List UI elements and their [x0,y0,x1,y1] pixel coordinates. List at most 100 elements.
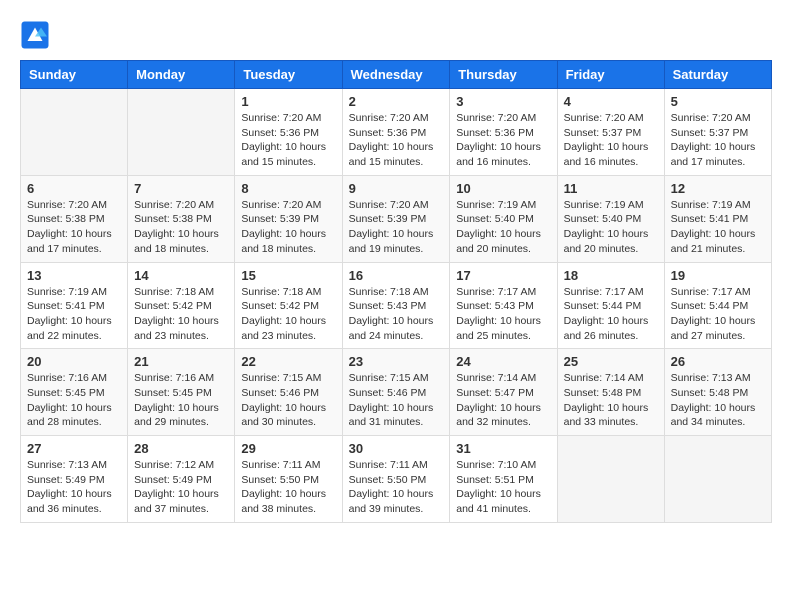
day-number: 3 [456,94,550,109]
day-info: Sunrise: 7:17 AM Sunset: 5:44 PM Dayligh… [671,285,765,344]
calendar-cell: 31 Sunrise: 7:10 AM Sunset: 5:51 PM Dayli… [450,436,557,523]
day-info: Sunrise: 7:18 AM Sunset: 5:42 PM Dayligh… [134,285,228,344]
calendar-cell: 12 Sunrise: 7:19 AM Sunset: 5:41 PM Dayli… [664,175,771,262]
day-info: Sunrise: 7:11 AM Sunset: 5:50 PM Dayligh… [349,458,444,517]
day-info: Sunrise: 7:19 AM Sunset: 5:40 PM Dayligh… [564,198,658,257]
page-header [20,20,772,50]
column-header-tuesday: Tuesday [235,61,342,89]
day-number: 16 [349,268,444,283]
column-header-saturday: Saturday [664,61,771,89]
calendar-cell: 23 Sunrise: 7:15 AM Sunset: 5:46 PM Dayli… [342,349,450,436]
column-header-wednesday: Wednesday [342,61,450,89]
day-info: Sunrise: 7:19 AM Sunset: 5:40 PM Dayligh… [456,198,550,257]
day-number: 5 [671,94,765,109]
day-info: Sunrise: 7:20 AM Sunset: 5:39 PM Dayligh… [349,198,444,257]
day-number: 15 [241,268,335,283]
day-info: Sunrise: 7:20 AM Sunset: 5:36 PM Dayligh… [241,111,335,170]
calendar-cell: 30 Sunrise: 7:11 AM Sunset: 5:50 PM Dayli… [342,436,450,523]
week-row-5: 27 Sunrise: 7:13 AM Sunset: 5:49 PM Dayli… [21,436,772,523]
calendar-cell: 13 Sunrise: 7:19 AM Sunset: 5:41 PM Dayli… [21,262,128,349]
calendar-cell: 28Sunrise: 7:12 AM Sunset: 5:49 PM Dayli… [128,436,235,523]
day-number: 19 [671,268,765,283]
day-info: Sunrise: 7:12 AM Sunset: 5:49 PM Dayligh… [134,458,228,517]
day-info: Sunrise: 7:15 AM Sunset: 5:46 PM Dayligh… [241,371,335,430]
day-number: 31 [456,441,550,456]
day-number: 2 [349,94,444,109]
calendar-cell [557,436,664,523]
calendar-cell: 11 Sunrise: 7:19 AM Sunset: 5:40 PM Dayli… [557,175,664,262]
day-number: 23 [349,354,444,369]
calendar-cell: 9 Sunrise: 7:20 AM Sunset: 5:39 PM Daylig… [342,175,450,262]
calendar-cell: 22 Sunrise: 7:15 AM Sunset: 5:46 PM Dayli… [235,349,342,436]
calendar-cell: 3 Sunrise: 7:20 AM Sunset: 5:36 PM Daylig… [450,89,557,176]
day-info: Sunrise: 7:16 AM Sunset: 5:45 PM Dayligh… [134,371,228,430]
day-number: 29 [241,441,335,456]
day-info: Sunrise: 7:20 AM Sunset: 5:39 PM Dayligh… [241,198,335,257]
day-number: 17 [456,268,550,283]
calendar-cell: 15 Sunrise: 7:18 AM Sunset: 5:42 PM Dayli… [235,262,342,349]
day-number: 9 [349,181,444,196]
day-info: Sunrise: 7:20 AM Sunset: 5:38 PM Dayligh… [27,198,121,257]
calendar-cell [664,436,771,523]
day-number: 6 [27,181,121,196]
day-number: 8 [241,181,335,196]
calendar-cell: 5 Sunrise: 7:20 AM Sunset: 5:37 PM Daylig… [664,89,771,176]
calendar-cell: 25Sunrise: 7:14 AM Sunset: 5:48 PM Dayli… [557,349,664,436]
column-header-thursday: Thursday [450,61,557,89]
day-number: 4 [564,94,658,109]
day-info: Sunrise: 7:20 AM Sunset: 5:37 PM Dayligh… [564,111,658,170]
day-info: Sunrise: 7:14 AM Sunset: 5:47 PM Dayligh… [456,371,550,430]
calendar-cell: 27 Sunrise: 7:13 AM Sunset: 5:49 PM Dayli… [21,436,128,523]
calendar-cell: 8 Sunrise: 7:20 AM Sunset: 5:39 PM Daylig… [235,175,342,262]
calendar-cell: 26 Sunrise: 7:13 AM Sunset: 5:48 PM Dayli… [664,349,771,436]
day-info: Sunrise: 7:16 AM Sunset: 5:45 PM Dayligh… [27,371,121,430]
calendar-cell: 20 Sunrise: 7:16 AM Sunset: 5:45 PM Dayli… [21,349,128,436]
calendar-cell: 24 Sunrise: 7:14 AM Sunset: 5:47 PM Dayli… [450,349,557,436]
day-number: 13 [27,268,121,283]
day-info: Sunrise: 7:13 AM Sunset: 5:49 PM Dayligh… [27,458,121,517]
week-row-1: 1 Sunrise: 7:20 AM Sunset: 5:36 PM Daylig… [21,89,772,176]
calendar-cell: 18 Sunrise: 7:17 AM Sunset: 5:44 PM Dayli… [557,262,664,349]
week-row-3: 13 Sunrise: 7:19 AM Sunset: 5:41 PM Dayli… [21,262,772,349]
week-row-2: 6 Sunrise: 7:20 AM Sunset: 5:38 PM Daylig… [21,175,772,262]
day-info: Sunrise: 7:20 AM Sunset: 5:36 PM Dayligh… [456,111,550,170]
calendar-cell: 1 Sunrise: 7:20 AM Sunset: 5:36 PM Daylig… [235,89,342,176]
day-info: Sunrise: 7:17 AM Sunset: 5:44 PM Dayligh… [564,285,658,344]
day-info: Sunrise: 7:19 AM Sunset: 5:41 PM Dayligh… [27,285,121,344]
calendar-cell: 7Sunrise: 7:20 AM Sunset: 5:38 PM Daylig… [128,175,235,262]
calendar-cell: 6 Sunrise: 7:20 AM Sunset: 5:38 PM Daylig… [21,175,128,262]
day-info: Sunrise: 7:17 AM Sunset: 5:43 PM Dayligh… [456,285,550,344]
day-info: Sunrise: 7:19 AM Sunset: 5:41 PM Dayligh… [671,198,765,257]
day-info: Sunrise: 7:10 AM Sunset: 5:51 PM Dayligh… [456,458,550,517]
day-info: Sunrise: 7:18 AM Sunset: 5:42 PM Dayligh… [241,285,335,344]
day-number: 27 [27,441,121,456]
calendar-header-row: SundayMondayTuesdayWednesdayThursdayFrid… [21,61,772,89]
day-number: 1 [241,94,335,109]
day-number: 24 [456,354,550,369]
day-info: Sunrise: 7:18 AM Sunset: 5:43 PM Dayligh… [349,285,444,344]
day-info: Sunrise: 7:20 AM Sunset: 5:36 PM Dayligh… [349,111,444,170]
calendar-cell [21,89,128,176]
calendar-cell: 4 Sunrise: 7:20 AM Sunset: 5:37 PM Daylig… [557,89,664,176]
day-number: 21 [134,354,228,369]
day-number: 18 [564,268,658,283]
day-number: 20 [27,354,121,369]
calendar-cell [128,89,235,176]
day-info: Sunrise: 7:13 AM Sunset: 5:48 PM Dayligh… [671,371,765,430]
week-row-4: 20 Sunrise: 7:16 AM Sunset: 5:45 PM Dayli… [21,349,772,436]
calendar-cell: 10Sunrise: 7:19 AM Sunset: 5:40 PM Dayli… [450,175,557,262]
day-number: 12 [671,181,765,196]
day-info: Sunrise: 7:20 AM Sunset: 5:38 PM Dayligh… [134,198,228,257]
column-header-friday: Friday [557,61,664,89]
day-number: 11 [564,181,658,196]
logo [20,20,52,50]
day-info: Sunrise: 7:15 AM Sunset: 5:46 PM Dayligh… [349,371,444,430]
day-info: Sunrise: 7:20 AM Sunset: 5:37 PM Dayligh… [671,111,765,170]
calendar-cell: 16 Sunrise: 7:18 AM Sunset: 5:43 PM Dayli… [342,262,450,349]
day-number: 30 [349,441,444,456]
day-number: 26 [671,354,765,369]
calendar-cell: 19 Sunrise: 7:17 AM Sunset: 5:44 PM Dayli… [664,262,771,349]
day-number: 25 [564,354,658,369]
day-number: 22 [241,354,335,369]
calendar-cell: 21 Sunrise: 7:16 AM Sunset: 5:45 PM Dayli… [128,349,235,436]
